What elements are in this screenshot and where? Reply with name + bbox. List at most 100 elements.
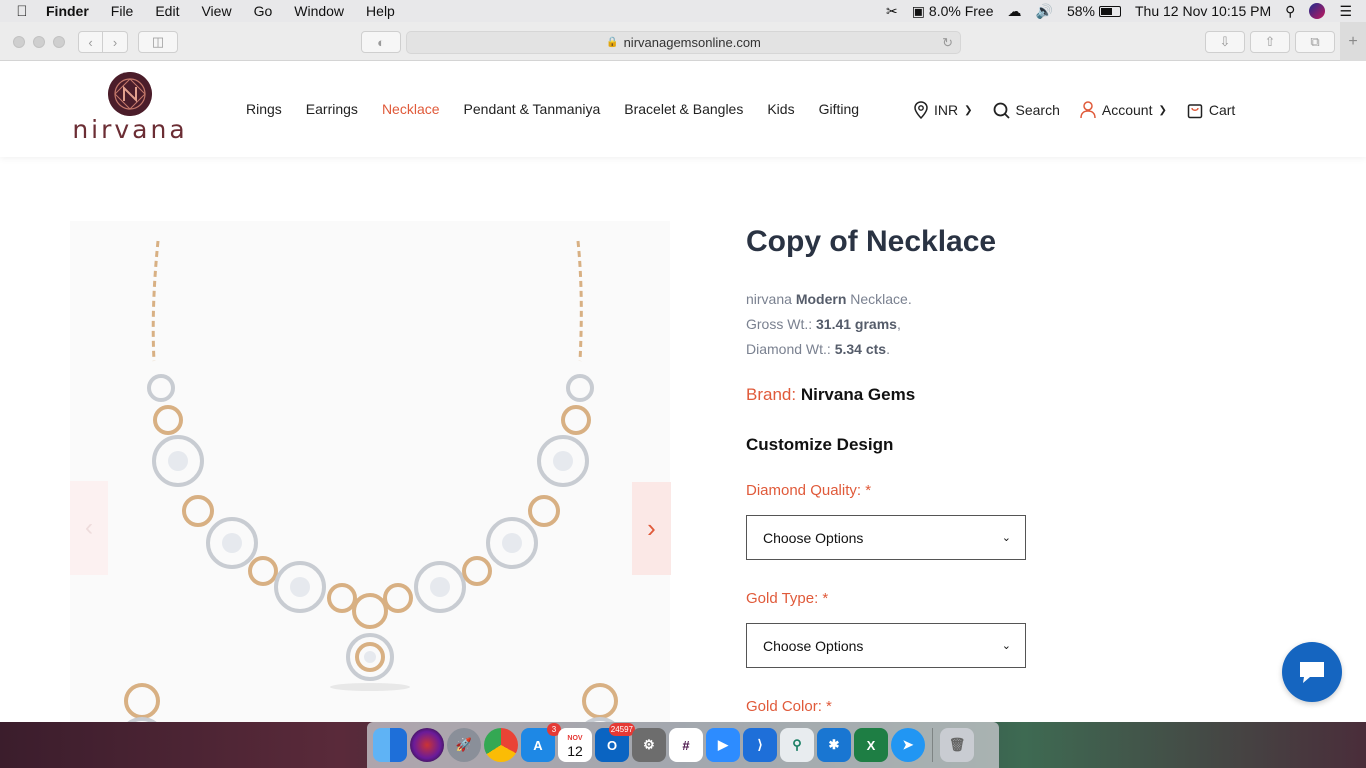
diamond-value: 5.34 cts <box>834 341 887 357</box>
brand-label: Brand: <box>746 385 801 404</box>
logo-wordmark: nirvana <box>72 115 188 144</box>
gold-type-label: Gold Type: * <box>746 590 829 607</box>
history-buttons: ‹ › <box>78 31 128 53</box>
scissors-icon[interactable]: ✂ <box>886 3 898 20</box>
chrome-icon[interactable] <box>484 728 518 762</box>
desc-line-gross: Gross Wt.: 31.41 grams, <box>746 316 901 332</box>
minimize-window-button[interactable] <box>33 36 45 48</box>
nav-pendant-tanmaniya[interactable]: Pendant & Tanmaniya <box>464 101 601 117</box>
address-bar[interactable]: 🔒 nirvanagemsonline.com ↻ <box>406 31 961 54</box>
reload-icon[interactable]: ↻ <box>942 35 953 51</box>
share-button[interactable]: ⇧ <box>1250 31 1290 53</box>
menu-help[interactable]: Help <box>355 3 406 19</box>
privacy-report-button[interactable]: ◐ <box>361 31 401 53</box>
cloud-icon[interactable]: ☁ <box>1008 3 1022 20</box>
lock-icon: 🔒 <box>606 37 619 48</box>
apple-menu-icon[interactable]:  <box>0 3 44 20</box>
slack-icon[interactable]: # <box>669 728 703 762</box>
outlook-icon[interactable]: O 24597 <box>595 723 635 762</box>
zoom-icon[interactable]: ▶ <box>706 728 740 762</box>
nav-rings[interactable]: Rings <box>246 101 282 117</box>
nav-bracelet-bangles[interactable]: Bracelet & Bangles <box>624 101 743 117</box>
gallery-next-button[interactable]: › <box>632 482 671 575</box>
battery-status[interactable]: 58% <box>1067 3 1121 19</box>
product-image[interactable] <box>70 221 670 722</box>
account-menu[interactable]: Account ❯ <box>1080 101 1167 119</box>
siri-icon[interactable] <box>410 728 444 762</box>
window-controls <box>13 36 65 48</box>
spotlight-search-icon[interactable]: ⚲ <box>1285 3 1295 20</box>
chevron-right-icon: › <box>647 513 656 543</box>
forward-button[interactable]: › <box>103 31 128 53</box>
gallery-prev-button[interactable]: ‹ <box>70 481 108 575</box>
diamond-label: Diamond Wt.: <box>746 341 835 357</box>
diamond-quality-select[interactable]: Choose Options ⌄ <box>746 515 1026 560</box>
downloads-button[interactable]: ⇩ <box>1205 31 1245 53</box>
site-logo[interactable]: nirvana <box>70 71 190 147</box>
sidebar-toggle-button[interactable]: ◫ <box>138 31 178 53</box>
launchpad-icon[interactable]: 🚀 <box>447 728 481 762</box>
menu-go[interactable]: Go <box>243 3 284 19</box>
plus-icon: + <box>1348 32 1358 50</box>
siri-icon[interactable] <box>1309 3 1326 19</box>
diamond-quality-value: Choose Options <box>763 529 864 546</box>
memory-free-text: 8.0% Free <box>928 3 994 19</box>
web-page: nirvana Rings Earrings Necklace Pendant … <box>0 61 1366 722</box>
chevron-left-icon: ‹ <box>85 514 93 541</box>
menu-app-name[interactable]: Finder <box>44 3 100 19</box>
search-icon <box>993 102 1010 119</box>
menu-file[interactable]: File <box>100 3 145 19</box>
nav-kids[interactable]: Kids <box>767 101 794 117</box>
menu-view[interactable]: View <box>190 3 242 19</box>
menu-window[interactable]: Window <box>283 3 355 19</box>
system-preferences-icon[interactable]: ⚙ <box>632 728 666 762</box>
desc-suffix: Necklace. <box>846 291 912 307</box>
volume-icon[interactable]: 🔊 <box>1036 3 1053 20</box>
tabs-overview-button[interactable]: ⧉ <box>1295 31 1335 53</box>
menu-bar:  Finder File Edit View Go Window Help ✂… <box>0 0 1366 22</box>
currency-selector[interactable]: INR ❯ <box>914 101 973 119</box>
finder-icon[interactable] <box>373 728 407 762</box>
brand-value[interactable]: Nirvana Gems <box>801 385 915 404</box>
calendar-icon[interactable]: NOV 12 <box>558 728 592 762</box>
vscode-icon[interactable]: ⟩ <box>743 728 777 762</box>
app-store-icon[interactable]: A3 <box>521 723 561 762</box>
customize-heading: Customize Design <box>746 435 894 454</box>
site-header: nirvana Rings Earrings Necklace Pendant … <box>0 61 1366 157</box>
search-app-icon[interactable]: ⚲ <box>780 728 814 762</box>
notification-center-icon[interactable]: ☰ <box>1339 3 1352 20</box>
gold-type-select[interactable]: Choose Options ⌄ <box>746 623 1026 668</box>
product-description: nirvana Modern Necklace. Gross Wt.: 31.4… <box>746 287 912 362</box>
gross-value: 31.41 grams <box>816 316 897 332</box>
cart-button[interactable]: Cart <box>1187 101 1235 119</box>
account-label: Account <box>1101 102 1153 118</box>
search-button[interactable]: Search <box>993 102 1060 119</box>
bluetooth-icon[interactable]: ✱ <box>817 728 851 762</box>
gold-color-label: Gold Color: * <box>746 698 832 715</box>
trash-icon[interactable]: 🗑 <box>940 728 974 762</box>
menu-edit[interactable]: Edit <box>144 3 190 19</box>
utility-nav: INR ❯ Search Account ❯ Cart <box>914 101 1255 119</box>
diamond-quality-label: Diamond Quality: * <box>746 482 872 499</box>
chevron-down-icon: ❯ <box>1158 104 1167 116</box>
clock[interactable]: Thu 12 Nov 10:15 PM <box>1135 3 1271 19</box>
nav-earrings[interactable]: Earrings <box>306 101 358 117</box>
nav-gifting[interactable]: Gifting <box>819 101 859 117</box>
share-icon: ⇧ <box>1264 34 1276 49</box>
shopping-bag-icon <box>1187 104 1203 119</box>
memory-status[interactable]: ▣ 8.0% Free <box>912 3 994 20</box>
zoom-window-button[interactable] <box>53 36 65 48</box>
dock-separator <box>932 728 933 762</box>
nav-necklace[interactable]: Necklace <box>382 101 440 117</box>
back-button[interactable]: ‹ <box>78 31 103 53</box>
calendar-day: 12 <box>567 743 583 759</box>
chat-widget-button[interactable] <box>1282 642 1342 702</box>
cart-label: Cart <box>1208 102 1236 118</box>
gross-label: Gross Wt.: <box>746 316 816 332</box>
close-window-button[interactable] <box>13 36 25 48</box>
tabs-icon: ⧉ <box>1310 34 1320 49</box>
battery-icon <box>1098 5 1121 17</box>
safari-icon[interactable]: ➤ <box>891 728 925 762</box>
excel-icon[interactable]: X <box>854 728 888 762</box>
new-tab-button[interactable]: + <box>1340 22 1366 61</box>
